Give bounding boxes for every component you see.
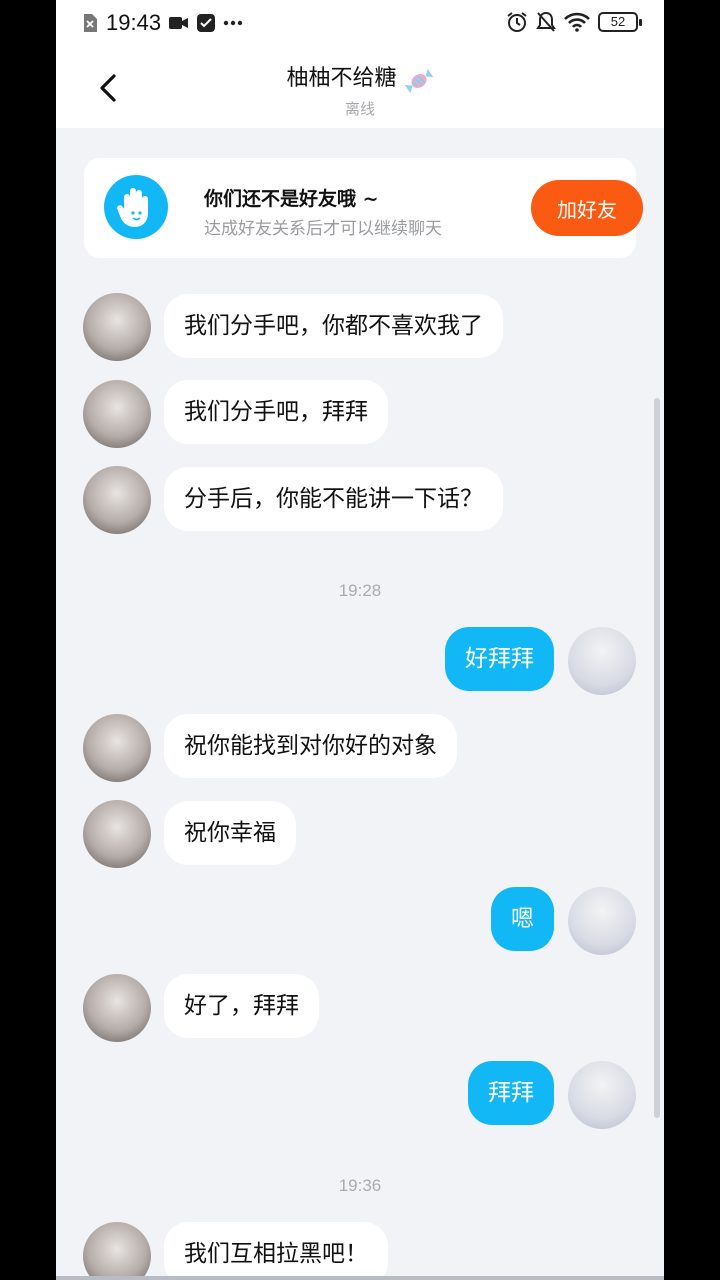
message-bubble[interactable]: 拜拜 xyxy=(468,1061,554,1125)
battery-indicator: 52 xyxy=(598,12,642,32)
contact-avatar[interactable] xyxy=(83,1222,151,1280)
mute-bell-icon xyxy=(536,11,556,32)
my-avatar[interactable] xyxy=(568,627,636,695)
status-time: 19:43 xyxy=(106,10,162,35)
message-bubble[interactable]: 好拜拜 xyxy=(445,627,554,691)
video-camera-icon xyxy=(169,17,189,29)
my-avatar[interactable] xyxy=(568,887,636,955)
alarm-icon xyxy=(507,12,527,32)
contact-avatar[interactable] xyxy=(83,974,151,1042)
wifi-icon xyxy=(564,12,590,32)
contact-avatar[interactable] xyxy=(83,714,151,782)
contact-avatar[interactable] xyxy=(83,466,151,534)
contact-avatar[interactable] xyxy=(83,800,151,868)
message-timestamp: 19:28 xyxy=(338,581,382,600)
banner-title: 你们还不是好友哦 ~ xyxy=(204,188,379,210)
message-bubble[interactable]: 分手后，你能不能讲一下话？ xyxy=(164,467,503,531)
not-friend-banner: 你们还不是好友哦 ~ 达成好友关系后才可以继续聊天 加好友 xyxy=(84,158,643,258)
contact-avatar[interactable] xyxy=(83,380,151,448)
candy-icon xyxy=(404,68,433,93)
message-timestamp: 19:36 xyxy=(338,1176,382,1195)
my-avatar[interactable] xyxy=(568,1061,636,1129)
status-bar: 19:43 52 xyxy=(56,0,664,48)
message-bubble[interactable]: 祝你幸福 xyxy=(164,801,296,865)
app-notification-icon xyxy=(197,14,216,32)
chat-scrollbar[interactable] xyxy=(654,398,660,1118)
hand-wave-icon xyxy=(104,175,168,239)
message-bubble[interactable]: 我们分手吧，拜拜 xyxy=(164,380,388,444)
chat-header: 柚柚不给糖 离线 xyxy=(56,48,664,128)
banner-subtitle: 达成好友关系后才可以继续聊天 xyxy=(204,219,442,239)
bottom-divider xyxy=(56,1276,664,1280)
message-bubble[interactable]: 嗯 xyxy=(491,887,554,951)
contact-name: 柚柚不给糖 xyxy=(286,66,397,91)
message-bubble[interactable]: 好了，拜拜 xyxy=(164,974,319,1038)
message-bubble[interactable]: 祝你能找到对你好的对象 xyxy=(164,714,457,778)
more-dots-icon xyxy=(223,20,243,26)
contact-title: 柚柚不给糖 xyxy=(56,60,664,94)
message-bubble[interactable]: 我们互相拉黑吧！ xyxy=(164,1222,388,1280)
online-status: 离线 xyxy=(344,99,375,118)
contact-avatar[interactable] xyxy=(83,293,151,361)
chat-screen: 19:43 52 柚柚不给糖 离线 你们还不是好友哦 ~ 达成好友关系后才可以继… xyxy=(56,0,664,1280)
add-friend-button[interactable]: 加好友 xyxy=(531,180,643,236)
message-bubble[interactable]: 我们分手吧，你都不喜欢我了 xyxy=(164,294,503,358)
sim-off-icon xyxy=(84,14,97,32)
